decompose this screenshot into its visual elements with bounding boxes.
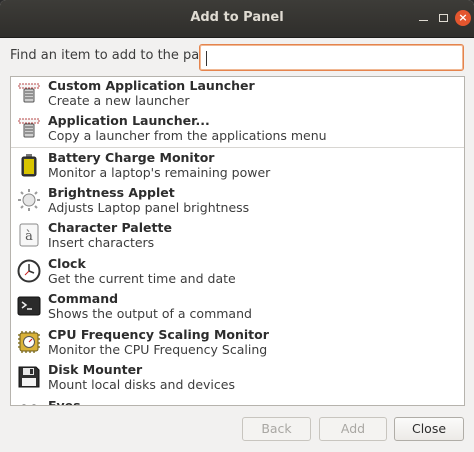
close-window-button[interactable]: × [455,10,471,26]
cpu-icon [18,331,40,353]
search-label: Find an item to add to the panel: [10,48,224,63]
item-description: Create a new launcher [48,93,190,108]
floppy-disk-icon [18,366,40,388]
item-description: Monitor the CPU Frequency Scaling [48,342,268,357]
minimize-icon [418,20,428,21]
maximize-button[interactable] [436,11,450,25]
list-item-disk-mounter[interactable]: Disk Mounter Mount local disks and devic… [11,361,464,396]
list-item-clock[interactable]: Clock Get the current time and date [11,255,464,290]
item-description: Copy a launcher from the applications me… [48,128,327,143]
terminal-icon [17,296,41,316]
list-item-brightness-applet[interactable]: Brightness Applet Adjusts Laptop panel b… [11,184,464,219]
item-description: Adjusts Laptop panel brightness [48,200,250,215]
list-item-command[interactable]: Command Shows the output of a command [11,290,464,325]
list-item-custom-application-launcher[interactable]: Custom Application Launcher Create a new… [11,77,464,112]
item-description: Get the current time and date [48,271,236,286]
item-name: Battery Charge Monitor [48,150,215,165]
item-name: Custom Application Launcher [48,78,255,93]
item-name: CPU Frequency Scaling Monitor [48,327,269,342]
item-description: Mount local disks and devices [48,377,235,392]
text-caret [206,51,207,66]
character-palette-icon: à [19,223,39,247]
list-item-character-palette[interactable]: à Character Palette Insert characters [11,219,464,254]
list-item-eyes[interactable]: Eyes [11,397,464,406]
close-icon: × [458,11,468,24]
minimize-button[interactable] [416,11,430,25]
add-to-panel-dialog: Add to Panel × Find an item to add to th… [0,0,474,452]
add-button[interactable]: Add [319,417,387,441]
item-name: Command [48,291,119,306]
item-description: Monitor a laptop's remaining power [48,165,271,180]
item-description: Insert characters [48,235,155,250]
clock-icon [17,259,41,283]
list-item-application-launcher[interactable]: Application Launcher... Copy a launcher … [11,112,464,147]
item-name: Brightness Applet [48,185,175,200]
panel-item-list[interactable]: Custom Application Launcher Create a new… [10,76,465,406]
list-item-battery-charge-monitor[interactable]: Battery Charge Monitor Monitor a laptop'… [11,149,464,184]
item-name: Character Palette [48,220,172,235]
brightness-icon [18,189,40,211]
battery-icon [21,154,37,177]
list-item-cpu-frequency-scaling-monitor[interactable]: CPU Frequency Scaling Monitor Monitor th… [11,326,464,361]
item-name: Clock [48,256,86,271]
back-button[interactable]: Back [242,417,311,441]
window-title: Add to Panel [190,10,284,25]
maximize-icon [438,14,448,22]
item-name: Application Launcher... [48,113,210,128]
launcher-icon [18,83,40,103]
title-bar[interactable]: Add to Panel × [0,0,474,38]
eyes-icon [22,404,36,405]
svg-text:à: à [25,229,33,244]
item-description: Shows the output of a command [48,306,252,321]
list-separator [11,147,464,148]
close-button[interactable]: Close [394,417,464,441]
item-name: Disk Mounter [48,362,143,377]
launcher-icon [18,118,40,138]
item-name: Eyes [48,398,81,406]
search-input[interactable] [199,44,464,71]
